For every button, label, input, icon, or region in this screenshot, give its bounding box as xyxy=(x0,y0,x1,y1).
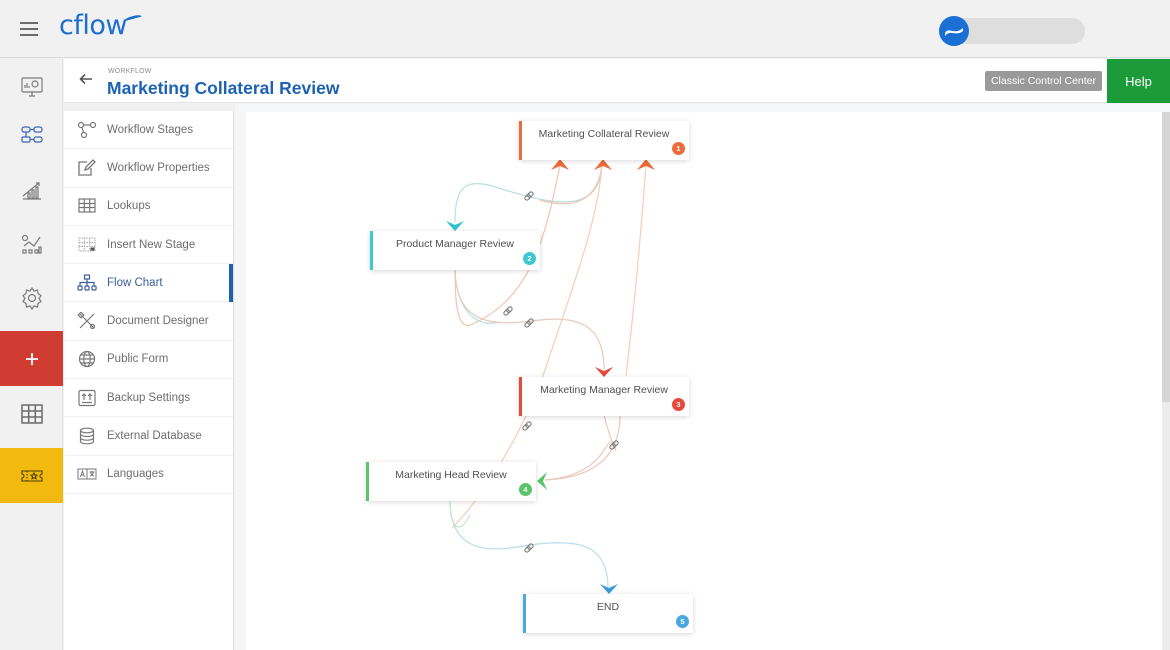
menu-item-workflow-properties[interactable]: Workflow Properties xyxy=(64,149,233,188)
menu-item-public-form[interactable]: Public Form xyxy=(64,341,233,380)
rail-tables[interactable] xyxy=(0,386,63,441)
menu-item-label: Workflow Stages xyxy=(107,123,194,136)
menu-item-label: External Database xyxy=(107,430,202,443)
menu-item-insert-new-stage[interactable]: Insert New Stage xyxy=(64,226,233,265)
menu-item-document-designer[interactable]: Document Designer xyxy=(64,302,233,341)
node-name: Marketing Manager Review xyxy=(540,384,668,396)
node-color-bar xyxy=(519,121,522,160)
rail-settings[interactable] xyxy=(0,270,63,325)
insert-stage-icon xyxy=(78,237,96,252)
menu-hamburger-icon[interactable] xyxy=(20,22,38,36)
avatar-wave-icon xyxy=(945,28,963,36)
node-color-bar xyxy=(523,594,526,633)
breadcrumb: WORKFLOW xyxy=(108,68,152,75)
dashboard-monitor-icon xyxy=(20,76,43,97)
node-number-badge: 3 xyxy=(672,398,685,411)
left-rail xyxy=(0,59,63,650)
top-bar: cflow xyxy=(0,0,1170,58)
menu-item-languages[interactable]: Languages xyxy=(64,456,233,494)
database-icon xyxy=(79,427,95,445)
page-header: WORKFLOW Marketing Collateral Review Cla… xyxy=(64,59,1170,103)
rail-dashboard[interactable] xyxy=(0,59,63,114)
node-color-bar xyxy=(519,377,522,416)
node-name: Marketing Head Review xyxy=(395,469,507,481)
classic-control-center-button[interactable]: Classic Control Center xyxy=(985,71,1102,91)
languages-icon xyxy=(77,468,97,480)
scrollbar-thumb[interactable] xyxy=(1162,112,1170,402)
menu-item-backup-settings[interactable]: Backup Settings xyxy=(64,379,233,418)
rail-add-button[interactable] xyxy=(0,331,63,386)
plus-icon xyxy=(25,352,38,365)
menu-item-label: Document Designer xyxy=(107,315,209,328)
menu-item-label: Workflow Properties xyxy=(107,161,210,174)
flow-node-marketing-collateral-review[interactable]: Marketing Collateral Review 1 xyxy=(519,121,689,160)
flow-chart-icon xyxy=(77,274,97,291)
rail-reports[interactable] xyxy=(0,162,63,217)
flow-node-marketing-manager-review[interactable]: Marketing Manager Review 3 xyxy=(519,377,689,416)
flow-node-end[interactable]: END 5 xyxy=(523,594,693,633)
rail-tickets[interactable] xyxy=(0,448,63,503)
back-arrow-icon[interactable] xyxy=(78,71,94,87)
node-number-badge: 2 xyxy=(523,252,536,265)
node-number-badge: 1 xyxy=(672,142,685,155)
node-number-badge: 5 xyxy=(676,615,689,628)
menu-item-external-database[interactable]: External Database xyxy=(64,417,233,456)
node-color-bar xyxy=(366,462,369,501)
workflow-settings-menu: Workflow Stages Workflow Properties Look… xyxy=(64,111,234,650)
settings-gear-icon xyxy=(21,286,42,310)
globe-icon xyxy=(78,351,96,368)
backup-icon xyxy=(78,389,96,406)
workflow-stages-icon xyxy=(77,121,97,138)
page-title: Marketing Collateral Review xyxy=(107,78,340,98)
menu-item-lookups[interactable]: Lookups xyxy=(64,188,233,226)
menu-item-label: Lookups xyxy=(107,200,151,213)
help-button[interactable]: Help xyxy=(1107,59,1170,103)
node-name: END xyxy=(596,601,620,613)
menu-item-label: Backup Settings xyxy=(107,391,191,404)
flow-node-marketing-head-review[interactable]: Marketing Head Review 4 xyxy=(366,462,536,501)
workflow-builder-icon xyxy=(20,125,43,143)
menu-item-flow-chart[interactable]: Flow Chart xyxy=(64,264,233,303)
node-name: Product Manager Review xyxy=(396,238,514,250)
menu-item-label: Languages xyxy=(107,468,164,481)
user-avatar[interactable] xyxy=(939,16,969,46)
flow-node-product-manager-review[interactable]: Product Manager Review 2 xyxy=(370,231,540,270)
table-grid-icon xyxy=(20,403,43,424)
menu-item-label: Flow Chart xyxy=(107,276,163,289)
cflow-logo[interactable]: cflow xyxy=(59,10,127,41)
reports-chart-icon xyxy=(22,181,41,200)
node-color-bar xyxy=(370,231,373,270)
menu-item-label: Insert New Stage xyxy=(107,238,196,251)
analytics-icon xyxy=(21,234,42,254)
ticket-star-icon xyxy=(20,469,43,482)
edit-icon xyxy=(78,159,96,176)
document-designer-icon xyxy=(77,312,96,330)
node-name: Marketing Collateral Review xyxy=(538,128,670,140)
menu-item-workflow-stages[interactable]: Workflow Stages xyxy=(64,111,233,150)
node-number-badge: 4 xyxy=(519,483,532,496)
lookups-table-icon xyxy=(78,198,96,213)
canvas-scrollbar[interactable] xyxy=(1162,112,1170,650)
rail-workflow-builder[interactable] xyxy=(0,107,63,162)
flow-chart-canvas[interactable] xyxy=(246,112,1162,650)
rail-analytics[interactable] xyxy=(0,216,63,271)
menu-item-label: Public Form xyxy=(107,353,169,366)
